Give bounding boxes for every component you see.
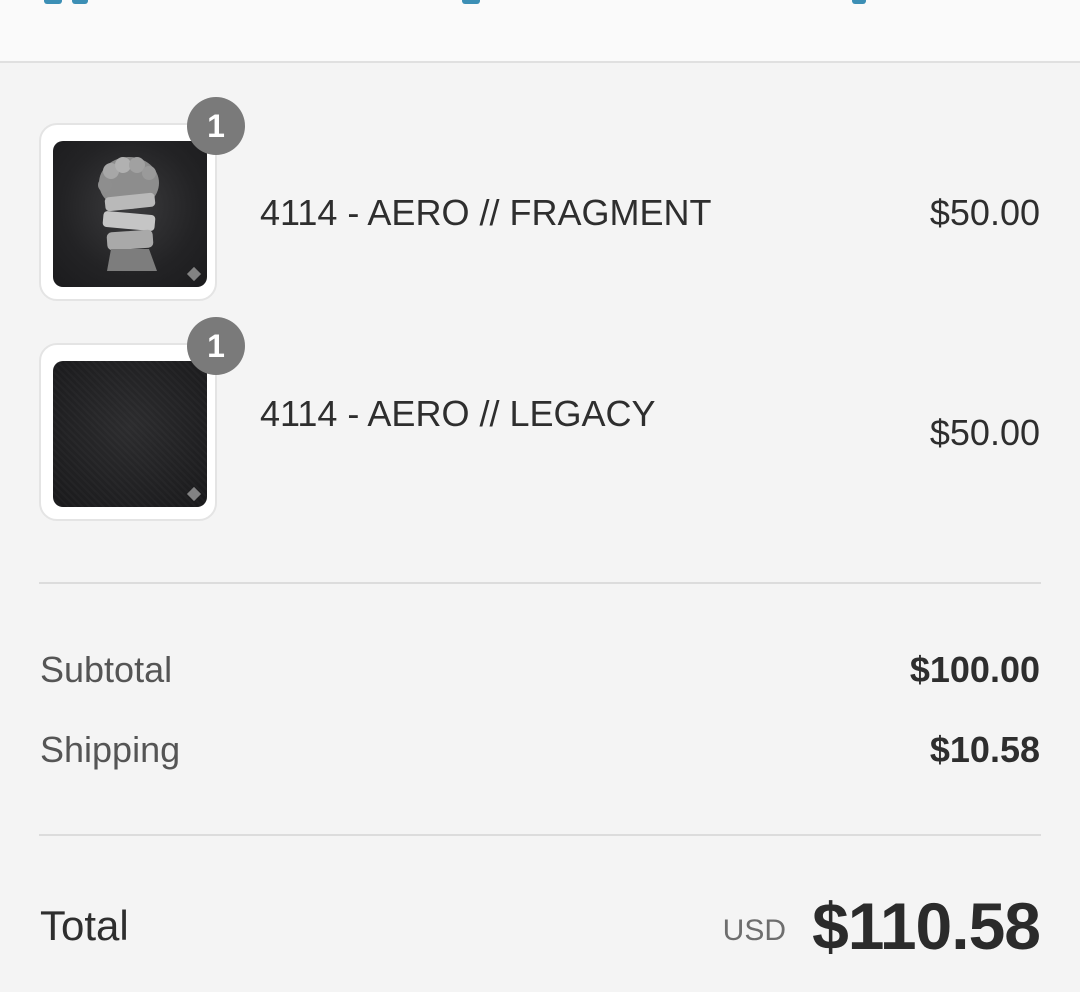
link-fragment [462, 0, 480, 4]
line-item: 1 4114 - AERO // FRAGMENT $50.00 [0, 97, 1080, 301]
divider [39, 834, 1041, 836]
shipping-label: Shipping [40, 729, 181, 770]
link-fragment [852, 0, 866, 4]
product-thumbnail [39, 123, 217, 301]
link-fragment [72, 0, 88, 4]
brand-logo-icon [186, 486, 202, 502]
subtotal-value: $100.00 [909, 649, 1040, 690]
total-label: Total [40, 902, 129, 949]
plain-dark-mousepad-icon [53, 361, 207, 507]
line-item: 1 4114 - AERO // LEGACY $50.00 [0, 317, 1080, 521]
product-thumbnail [39, 343, 217, 521]
shipping-value: $10.58 [929, 729, 1040, 770]
bust-sculpture-mousepad-icon [53, 141, 207, 287]
item-name: 4114 - AERO // LEGACY [260, 393, 656, 434]
total-currency: USD [722, 914, 786, 947]
quantity-badge: 1 [187, 317, 245, 375]
item-price: $50.00 [929, 192, 1040, 233]
link-fragment [44, 0, 62, 4]
subtotal-label: Subtotal [40, 649, 173, 690]
top-banner [0, 0, 1080, 63]
quantity-badge: 1 [187, 97, 245, 155]
total-value: $110.58 [812, 889, 1041, 963]
divider [39, 582, 1041, 584]
item-name: 4114 - AERO // FRAGMENT [260, 192, 712, 233]
item-price: $50.00 [929, 412, 1040, 453]
